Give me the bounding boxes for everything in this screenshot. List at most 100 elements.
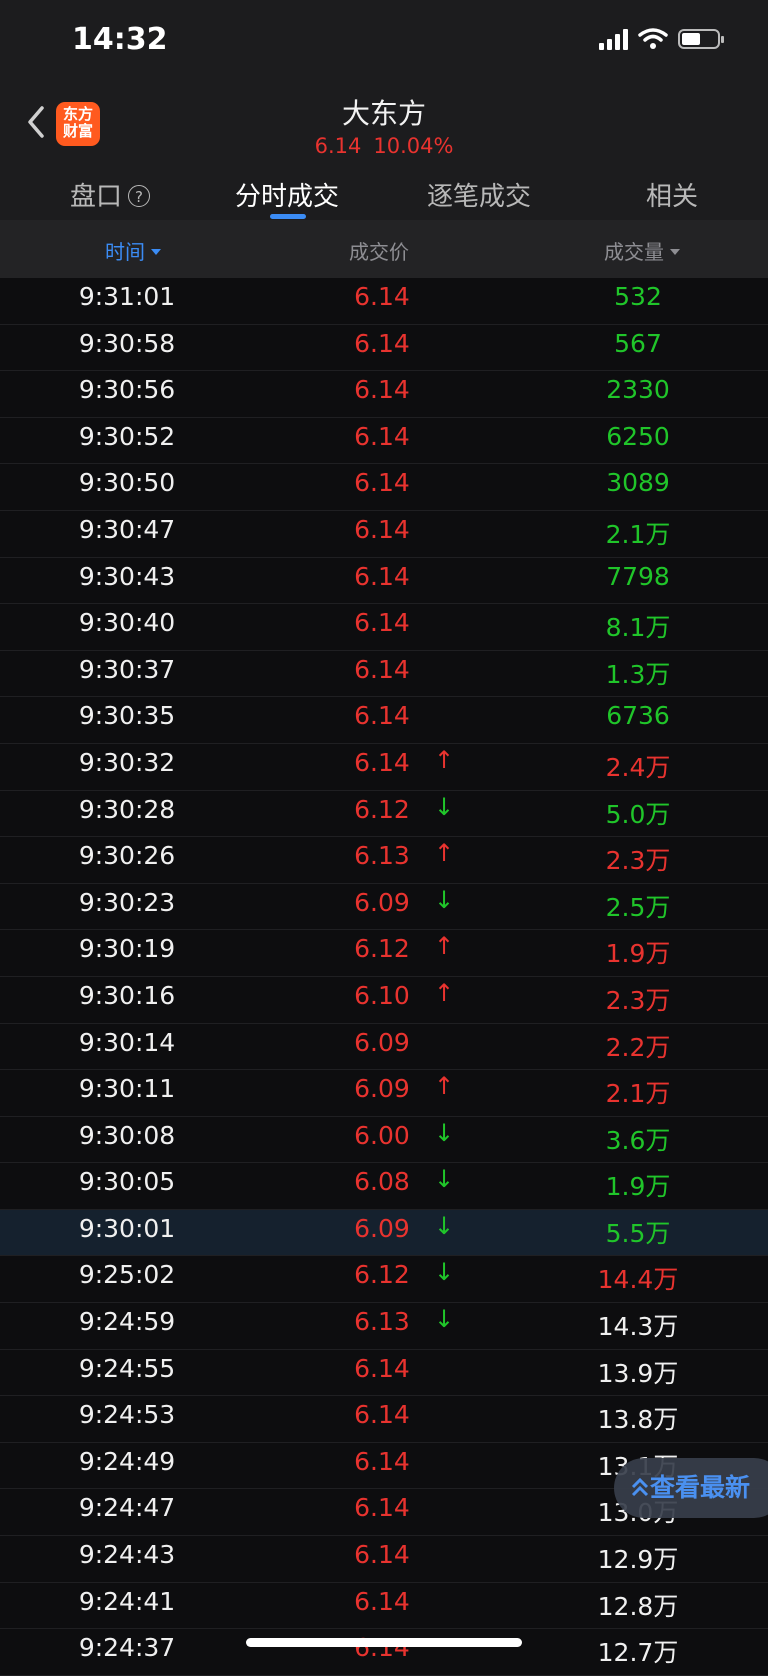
trade-time: 9:24:47 <box>78 1493 176 1523</box>
trade-row: 9:24:59 6.13 ↓ 14.3万 <box>0 1303 768 1350</box>
trade-time: 9:24:43 <box>78 1540 176 1570</box>
stock-name: 大东方 <box>341 97 426 130</box>
trade-time: 9:24:49 <box>78 1446 176 1476</box>
view-latest-button[interactable]: 查看最新 <box>614 1458 768 1518</box>
trade-time: 9:30:14 <box>78 1027 176 1057</box>
trade-volume: 6250 <box>606 421 670 451</box>
trade-time: 9:30:11 <box>78 1074 176 1104</box>
trade-volume: 532 <box>614 282 662 311</box>
trade-row: 9:30:47 6.14 2.1万 <box>0 511 768 558</box>
trade-row: 9:30:14 6.09 2.2万 <box>0 1024 768 1071</box>
arrow-up-icon: ↑ <box>433 978 455 1007</box>
trade-time: 9:30:43 <box>78 561 176 591</box>
trade-price: 6.14 <box>354 328 410 358</box>
trade-time: 9:24:53 <box>78 1400 176 1430</box>
table-header: 时间 成交价 成交量 <box>0 220 768 278</box>
arrow-down-icon: ↓ <box>433 1118 455 1147</box>
tab-order-book[interactable]: 盘口? <box>70 176 151 213</box>
help-icon[interactable]: ? <box>128 185 151 207</box>
trade-price: 6.00 <box>354 1120 410 1150</box>
trade-time: 9:30:56 <box>78 375 176 405</box>
home-indicator[interactable] <box>246 1638 522 1647</box>
tab-related[interactable]: 相关 <box>646 176 698 213</box>
trade-row: 9:31:01 6.14 532 <box>0 278 768 325</box>
trade-row: 9:24:53 6.14 13.8万 <box>0 1396 768 1443</box>
trade-row: 9:30:05 6.08 ↓ 1.9万 <box>0 1163 768 1210</box>
trade-time: 9:30:47 <box>78 514 176 544</box>
trade-volume: 2.2万 <box>605 1032 671 1062</box>
sort-by-volume-header[interactable]: 成交量 <box>604 236 680 265</box>
trade-row: 9:24:37 6.14 12.7万 <box>0 1629 768 1676</box>
trade-time: 9:30:40 <box>78 608 176 638</box>
trade-volume: 2.1万 <box>605 1079 671 1109</box>
trade-row: 9:24:43 6.14 12.9万 <box>0 1536 768 1583</box>
trade-price: 6.13 <box>354 1307 410 1337</box>
arrow-down-icon: ↓ <box>433 1165 455 1194</box>
trade-volume: 1.9万 <box>605 1172 671 1202</box>
trade-price: 6.13 <box>354 841 410 871</box>
time-column-label: 时间 <box>105 240 145 264</box>
trade-row: 9:30:16 6.10 ↑ 2.3万 <box>0 977 768 1024</box>
trade-price: 6.14 <box>354 1493 410 1523</box>
trade-volume: 14.4万 <box>597 1265 679 1295</box>
arrow-down-icon: ↓ <box>433 1305 455 1334</box>
trade-row: 9:24:41 6.14 12.8万 <box>0 1583 768 1630</box>
trade-volume: 12.7万 <box>597 1638 679 1668</box>
trade-time: 9:30:01 <box>78 1213 176 1243</box>
tab-tick-trades[interactable]: 逐笔成交 <box>427 176 531 213</box>
trade-price: 6.14 <box>354 1400 410 1430</box>
trade-volume: 2.1万 <box>605 519 671 549</box>
trade-row: 9:30:50 6.14 3089 <box>0 464 768 511</box>
trade-volume: 2.5万 <box>605 892 671 922</box>
trade-time: 9:30:58 <box>78 328 176 358</box>
trade-volume: 1.9万 <box>605 939 671 969</box>
status-bar: 14:32 <box>0 0 768 86</box>
trade-price: 6.10 <box>354 980 410 1010</box>
trade-time: 9:30:08 <box>78 1120 176 1150</box>
sort-caret-icon <box>151 249 161 255</box>
sort-caret-icon <box>670 249 680 255</box>
trade-time: 9:30:19 <box>78 934 176 964</box>
trade-volume: 13.8万 <box>597 1405 679 1435</box>
trade-time: 9:31:01 <box>78 282 176 311</box>
trade-volume: 5.0万 <box>605 799 671 829</box>
tab-bar: 盘口? 分时成交 逐笔成交 相关 <box>0 164 768 220</box>
arrow-down-icon: ↓ <box>433 1211 455 1240</box>
trade-row: 9:25:02 6.12 ↓ 14.4万 <box>0 1256 768 1304</box>
trade-volume: 14.3万 <box>597 1312 679 1342</box>
trade-row: 9:30:52 6.14 6250 <box>0 418 768 465</box>
trade-row: 9:30:40 6.14 8.1万 <box>0 604 768 651</box>
trade-volume: 2.3万 <box>605 985 671 1015</box>
trade-price: 6.14 <box>354 1540 410 1570</box>
battery-icon <box>678 29 724 49</box>
trade-price: 6.14 <box>354 468 410 498</box>
sort-by-time-header[interactable]: 时间 <box>105 236 161 265</box>
trade-price: 6.14 <box>354 654 410 684</box>
trade-price: 6.12 <box>354 934 410 964</box>
trade-volume: 2.3万 <box>605 846 671 876</box>
trade-price: 6.14 <box>354 375 410 405</box>
tab-time-sales[interactable]: 分时成交 <box>235 176 339 213</box>
nav-bar: 东方 财富 大东方 6.14 10.04% <box>0 86 768 165</box>
wifi-icon <box>638 28 668 49</box>
trade-row: 9:30:19 6.12 ↑ 1.9万 <box>0 930 768 977</box>
trade-time: 9:25:02 <box>78 1260 176 1290</box>
trade-volume: 13.9万 <box>597 1358 679 1388</box>
trade-time: 9:24:37 <box>78 1633 176 1663</box>
trade-row: 9:30:37 6.14 1.3万 <box>0 651 768 698</box>
trade-price: 6.14 <box>354 421 410 451</box>
arrow-up-icon: ↑ <box>433 932 455 961</box>
trade-row: 9:30:08 6.00 ↓ 3.6万 <box>0 1117 768 1164</box>
trade-price: 6.09 <box>354 887 410 917</box>
trade-volume: 5.5万 <box>605 1218 671 1248</box>
trade-price: 6.08 <box>354 1167 410 1197</box>
trade-price: 6.14 <box>354 514 410 544</box>
arrow-up-icon: ↑ <box>433 839 455 868</box>
arrow-down-icon: ↓ <box>433 1258 455 1287</box>
trade-time: 9:30:05 <box>78 1167 176 1197</box>
trade-price: 6.12 <box>354 1260 410 1290</box>
status-time: 14:32 <box>72 22 168 57</box>
trade-volume: 12.8万 <box>597 1591 679 1621</box>
trade-row: 9:30:23 6.09 ↓ 2.5万 <box>0 884 768 931</box>
trade-time: 9:24:59 <box>78 1307 176 1337</box>
